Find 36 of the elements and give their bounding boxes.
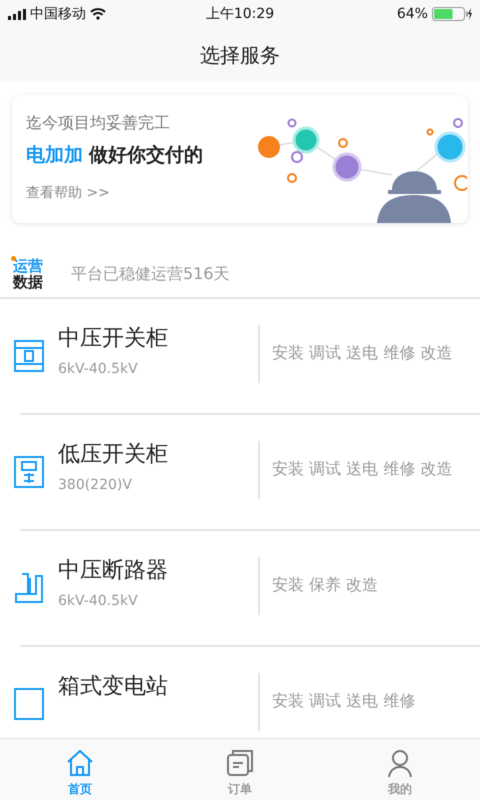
operations-logo: 运营 数据 [13,258,44,290]
voltage-spec: 6kV-40.5kV [58,593,139,609]
clock-time: 上午10:29 [206,5,274,23]
banner-slogan: 做好你交付的 [89,143,203,168]
breaker-icon [14,572,44,604]
carrier-name: 中国移动 [30,5,86,23]
cabinet-icon [14,340,44,372]
service-tasks: 安装 调试 送电 维修 改造 [272,458,452,478]
home-icon [65,748,95,778]
document-stack-icon [225,748,255,778]
wifi-icon [90,8,106,20]
banner-tagline: 迄今项目均妥善完工 [26,113,171,134]
service-tasks: 安装 保养 改造 [272,574,378,594]
brand-name: 电加加 [26,143,83,168]
service-title: 中压开关柜 [58,325,169,353]
service-item[interactable]: 中压断路器 6kV-40.5kV 安装 保养 改造 [0,531,480,645]
battery-percent: 64% [396,6,428,22]
operation-days-text: 平台已稳健运营516天 [71,264,230,284]
service-title: 中压断路器 [58,557,169,585]
signal-icon [8,8,26,20]
service-tasks: 安装 调试 送电 维修 [272,690,416,710]
help-banner[interactable]: 迄今项目均妥善完工 电加加 做好你交付的 查看帮助 >> [12,95,468,223]
voltage-spec: 380(220)V [58,477,133,493]
voltage-spec: 6kV-40.5kV [58,361,139,377]
service-item[interactable]: 中压开关柜 6kV-40.5kV 安装 调试 送电 维修 改造 [0,299,480,413]
service-item[interactable]: 箱式变电站 安装 调试 送电 维修 [0,647,480,738]
cabinet-icon [14,456,44,488]
substation-icon [14,688,44,720]
service-title: 箱式变电站 [58,673,169,701]
service-item[interactable]: 低压开关柜 380(220)V 安装 调试 送电 维修 改造 [0,415,480,529]
battery-icon [432,7,472,21]
service-tasks: 安装 调试 送电 维修 改造 [272,342,452,362]
help-link[interactable]: 查看帮助 >> [26,184,252,202]
person-icon [385,748,415,778]
service-title: 低压开关柜 [58,441,169,469]
page-title: 选择服务 [200,42,280,68]
